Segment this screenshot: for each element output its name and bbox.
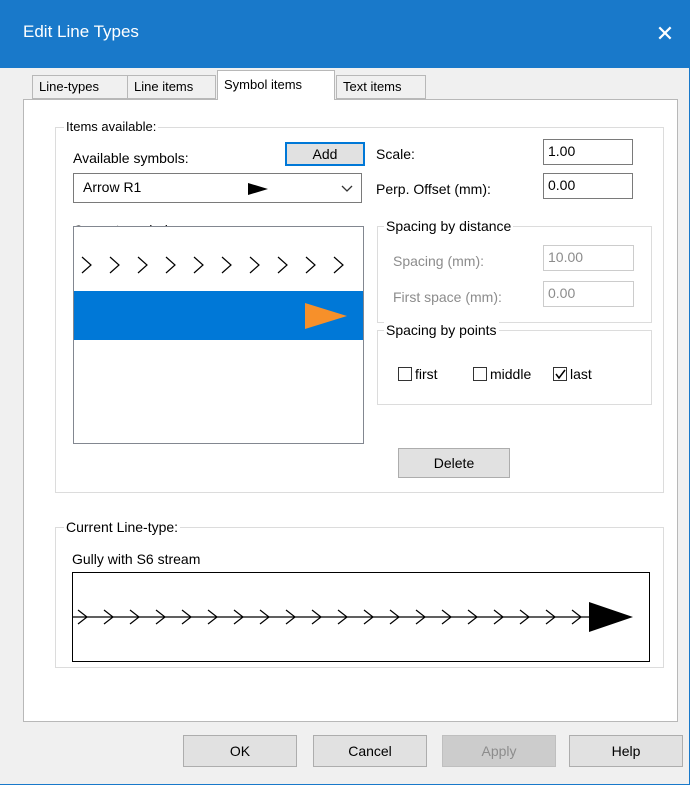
tab-line-types[interactable]: Line-types bbox=[32, 75, 128, 99]
chevron-down-icon[interactable] bbox=[341, 185, 353, 193]
delete-button[interactable]: Delete bbox=[398, 448, 510, 478]
tab-symbol-items[interactable]: Symbol items bbox=[217, 70, 335, 100]
close-icon[interactable]: ✕ bbox=[640, 16, 690, 52]
scale-label: Scale: bbox=[376, 146, 415, 162]
perp-offset-label: Perp. Offset (mm): bbox=[376, 181, 491, 197]
perp-offset-input[interactable]: 0.00 bbox=[543, 173, 633, 199]
orange-arrow-icon bbox=[305, 303, 347, 329]
checkmark-icon bbox=[555, 369, 566, 380]
current-linetype-group: Current Line-type: Gully with S6 stream bbox=[55, 519, 664, 668]
title-bar[interactable]: Edit Line Types ✕ bbox=[0, 0, 690, 68]
last-checkbox-label: last bbox=[570, 366, 592, 382]
arrow-preview-icon bbox=[248, 183, 268, 195]
current-symbols-list[interactable] bbox=[73, 226, 364, 444]
available-symbols-label: Available symbols: bbox=[73, 150, 189, 166]
scale-input[interactable]: 1.00 bbox=[543, 139, 633, 165]
tab-text-items[interactable]: Text items bbox=[336, 75, 426, 99]
help-button[interactable]: Help bbox=[569, 735, 683, 767]
items-available-legend: Items available: bbox=[64, 119, 159, 135]
current-linetype-name: Gully with S6 stream bbox=[72, 551, 201, 567]
edit-line-types-dialog: Edit Line Types ✕ Line-types Line items … bbox=[0, 0, 690, 785]
list-item[interactable] bbox=[74, 227, 363, 291]
window-title: Edit Line Types bbox=[23, 22, 139, 41]
chevron-series-icon bbox=[81, 256, 344, 274]
current-linetype-legend: Current Line-type: bbox=[64, 519, 181, 535]
first-space-input: 0.00 bbox=[543, 281, 634, 307]
spacing-by-distance-legend: Spacing by distance bbox=[384, 218, 514, 234]
spacing-by-points-group: Spacing by points first middle last bbox=[377, 322, 652, 405]
ok-button[interactable]: OK bbox=[183, 735, 297, 767]
tab-line-items[interactable]: Line items bbox=[127, 75, 216, 99]
spacing-label: Spacing (mm): bbox=[393, 253, 485, 269]
middle-checkbox-label: middle bbox=[490, 366, 532, 382]
middle-checkbox[interactable] bbox=[473, 367, 487, 381]
linetype-preview-icon bbox=[73, 602, 633, 632]
spacing-input: 10.00 bbox=[543, 245, 634, 271]
first-space-label: First space (mm): bbox=[393, 289, 502, 305]
available-symbols-dropdown[interactable]: Arrow R1 bbox=[73, 173, 362, 203]
spacing-by-points-legend: Spacing by points bbox=[384, 322, 499, 338]
last-checkbox[interactable] bbox=[553, 367, 567, 381]
items-available-group: Items available: Available symbols: Add … bbox=[55, 119, 664, 493]
cancel-button[interactable]: Cancel bbox=[313, 735, 427, 767]
add-button[interactable]: Add bbox=[285, 142, 365, 166]
first-checkbox-label: first bbox=[415, 366, 438, 382]
spacing-by-distance-group: Spacing by distance Spacing (mm): 10.00 … bbox=[377, 218, 652, 323]
list-item-selected[interactable] bbox=[74, 291, 363, 340]
first-checkbox[interactable] bbox=[398, 367, 412, 381]
apply-button: Apply bbox=[442, 735, 556, 767]
symbol-items-page: Items available: Available symbols: Add … bbox=[23, 99, 678, 722]
linetype-preview bbox=[72, 572, 650, 662]
selected-symbol-text: Arrow R1 bbox=[83, 179, 142, 195]
